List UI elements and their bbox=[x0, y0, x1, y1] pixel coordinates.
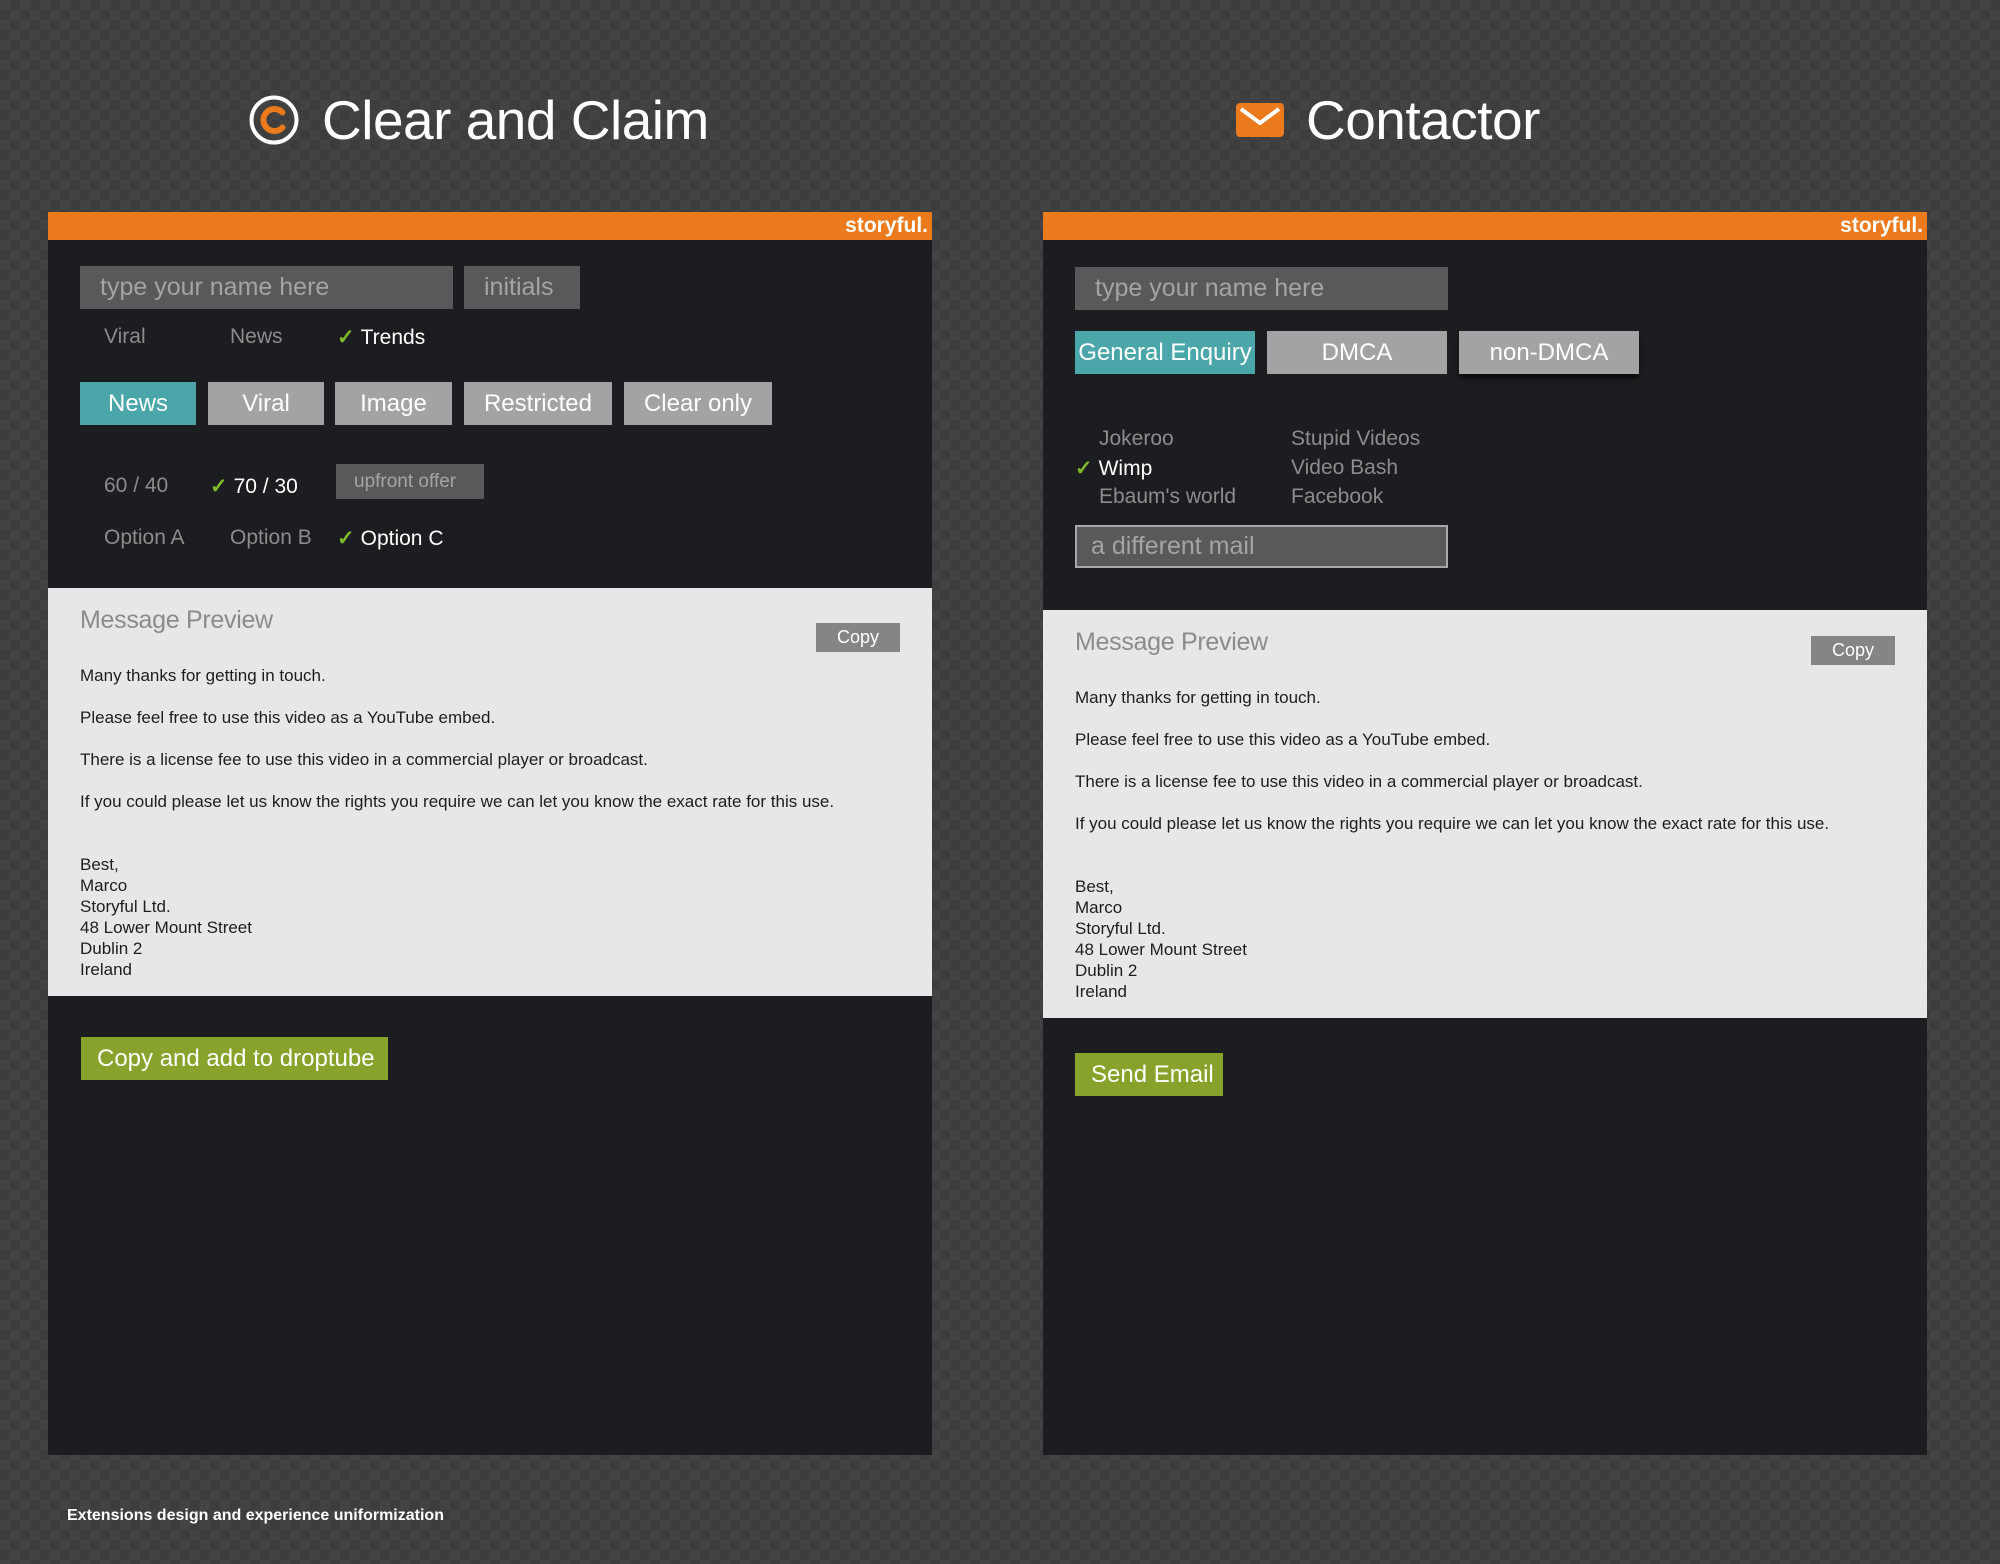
brand-logo: storyful. bbox=[1840, 214, 1923, 237]
option-a[interactable]: Option A bbox=[104, 526, 185, 550]
message-line: There is a license fee to use this video… bbox=[80, 750, 648, 769]
contactor-heading: Contactor bbox=[1236, 88, 1540, 152]
split-option-70-30[interactable]: ✓ 70 / 30 bbox=[210, 474, 298, 499]
upfront-offer-button[interactable]: upfront offer bbox=[336, 464, 484, 499]
option-label: Wimp bbox=[1098, 457, 1153, 480]
brand-logo: storyful. bbox=[845, 214, 928, 237]
name-input[interactable]: type your name here bbox=[1075, 267, 1448, 310]
send-email-button[interactable]: Send Email bbox=[1075, 1053, 1223, 1096]
initials-input[interactable]: initials bbox=[464, 266, 580, 309]
signature-line: 48 Lower Mount Street bbox=[1075, 940, 1247, 959]
signature-line: Ireland bbox=[80, 960, 132, 979]
checkmark-icon: ✓ bbox=[337, 527, 355, 550]
checkmark-icon: ✓ bbox=[210, 475, 228, 498]
checkmark-icon: ✓ bbox=[337, 326, 355, 349]
license-button-viral[interactable]: Viral bbox=[208, 382, 324, 425]
split-option-60-40[interactable]: 60 / 40 bbox=[104, 474, 168, 498]
contactor-panel: storyful. type your name here General En… bbox=[1043, 212, 1927, 1455]
brand-bar: storyful. bbox=[48, 212, 932, 240]
option-label: Trends bbox=[360, 326, 426, 349]
signature-line: Storyful Ltd. bbox=[80, 897, 171, 916]
different-mail-input[interactable]: a different mail bbox=[1075, 525, 1448, 568]
signature-line: 48 Lower Mount Street bbox=[80, 918, 252, 937]
copy-button[interactable]: Copy bbox=[1811, 636, 1895, 665]
footer-caption: Extensions design and experience uniform… bbox=[67, 1507, 444, 1524]
site-option-ebaums-world[interactable]: Ebaum's world bbox=[1099, 485, 1236, 509]
signature: Best, Marco Storyful Ltd. 48 Lower Mount… bbox=[80, 854, 252, 980]
message-line: If you could please let us know the righ… bbox=[1075, 814, 1830, 833]
heading-title: Clear and Claim bbox=[322, 89, 709, 151]
message-line: Please feel free to use this video as a … bbox=[80, 708, 496, 727]
message-line: Please feel free to use this video as a … bbox=[1075, 730, 1491, 749]
signature-line: Best, bbox=[1075, 877, 1114, 896]
option-label: 70 / 30 bbox=[233, 475, 298, 498]
license-button-image[interactable]: Image bbox=[335, 382, 452, 425]
signature-line: Best, bbox=[80, 855, 119, 874]
license-button-news[interactable]: News bbox=[80, 382, 196, 425]
option-label: Option C bbox=[360, 527, 444, 550]
category-option-news[interactable]: News bbox=[230, 325, 283, 349]
brand-bar: storyful. bbox=[1043, 212, 1927, 240]
category-option-trends[interactable]: ✓ Trends bbox=[337, 325, 425, 350]
message-line: If you could please let us know the righ… bbox=[80, 792, 835, 811]
signature-line: Marco bbox=[1075, 898, 1123, 917]
message-preview: Message Preview Copy Many thanks for get… bbox=[48, 588, 932, 996]
signature: Best, Marco Storyful Ltd. 48 Lower Mount… bbox=[1075, 876, 1247, 1002]
clear-and-claim-heading: Clear and Claim bbox=[248, 88, 709, 152]
license-button-restricted[interactable]: Restricted bbox=[464, 382, 612, 425]
license-button-clear-only[interactable]: Clear only bbox=[624, 382, 772, 425]
message-preview: Message Preview Copy Many thanks for get… bbox=[1043, 610, 1927, 1018]
copy-button[interactable]: Copy bbox=[816, 623, 900, 652]
signature-line: Ireland bbox=[1075, 982, 1127, 1001]
site-option-facebook[interactable]: Facebook bbox=[1291, 485, 1383, 509]
envelope-icon bbox=[1236, 103, 1284, 137]
signature-line: Dublin 2 bbox=[1075, 961, 1138, 980]
option-c[interactable]: ✓ Option C bbox=[337, 526, 443, 551]
option-b[interactable]: Option B bbox=[230, 526, 312, 550]
message-preview-title: Message Preview bbox=[1075, 628, 1268, 656]
message-line: There is a license fee to use this video… bbox=[1075, 772, 1643, 791]
message-preview-title: Message Preview bbox=[80, 606, 273, 634]
message-line: Many thanks for getting in touch. bbox=[80, 666, 326, 685]
checkmark-icon: ✓ bbox=[1075, 457, 1093, 480]
signature-line: Storyful Ltd. bbox=[1075, 919, 1166, 938]
copyright-c-icon bbox=[249, 95, 299, 145]
site-option-jokeroo[interactable]: Jokeroo bbox=[1099, 427, 1174, 451]
type-button-non-dmca[interactable]: non-DMCA bbox=[1459, 331, 1639, 374]
site-option-stupid-videos[interactable]: Stupid Videos bbox=[1291, 427, 1420, 451]
clear-and-claim-panel: storyful. type your name here initials V… bbox=[48, 212, 932, 1455]
copy-and-add-to-droptube-button[interactable]: Copy and add to droptube bbox=[81, 1037, 388, 1080]
type-button-general-enquiry[interactable]: General Enquiry bbox=[1075, 331, 1255, 374]
site-option-video-bash[interactable]: Video Bash bbox=[1291, 456, 1398, 480]
heading-title: Contactor bbox=[1306, 89, 1540, 151]
message-line: Many thanks for getting in touch. bbox=[1075, 688, 1321, 707]
name-input[interactable]: type your name here bbox=[80, 266, 453, 309]
type-button-dmca[interactable]: DMCA bbox=[1267, 331, 1447, 374]
site-option-wimp[interactable]: ✓ Wimp bbox=[1075, 456, 1152, 481]
signature-line: Marco bbox=[80, 876, 128, 895]
category-option-viral[interactable]: Viral bbox=[104, 325, 146, 349]
signature-line: Dublin 2 bbox=[80, 939, 143, 958]
